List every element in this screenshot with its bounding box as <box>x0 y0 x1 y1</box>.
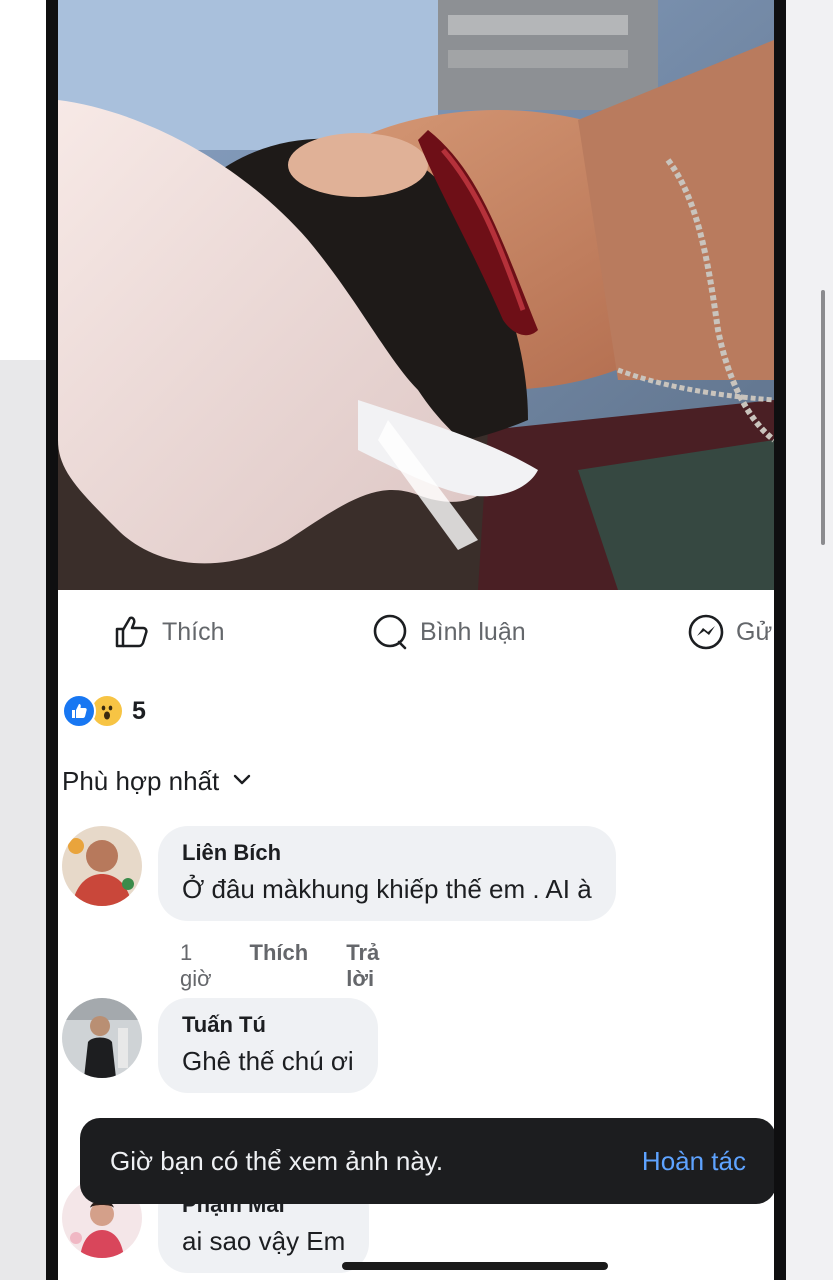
outer-scrollbar[interactable] <box>821 290 825 545</box>
send-action[interactable]: Gử <box>686 612 772 652</box>
like-action[interactable]: Thích <box>112 612 225 652</box>
comment-sort-dropdown[interactable]: Phù hợp nhất <box>62 766 253 797</box>
phone-frame: Thích Bình luận Gử 5 Phù hợp nhất Liên B… <box>46 0 786 1280</box>
chevron-down-icon <box>231 766 253 797</box>
comment-bubble-icon <box>370 612 410 652</box>
comment-meta: 1 giờ Thích Trả lời <box>180 940 379 992</box>
comment-label: Bình luận <box>420 617 526 646</box>
toast-snackbar: Giờ bạn có thể xem ảnh này. Hoàn tác <box>80 1118 774 1204</box>
reaction-count: 5 <box>132 696 146 725</box>
outer-background-left <box>0 0 48 360</box>
comment-text: Ghê thế chú ơi <box>182 1046 354 1076</box>
home-indicator[interactable] <box>342 1262 608 1270</box>
reactions-summary[interactable]: 5 <box>62 694 146 728</box>
post-action-bar: Thích Bình luận Gử <box>58 594 774 672</box>
avatar[interactable] <box>62 998 142 1078</box>
comment-author[interactable]: Liên Bích <box>182 840 592 866</box>
like-label: Thích <box>162 617 225 646</box>
comment-action[interactable]: Bình luận <box>370 612 526 652</box>
avatar[interactable] <box>62 826 142 906</box>
post-photo[interactable] <box>58 0 774 590</box>
thumbs-up-icon <box>112 612 152 652</box>
comment-bubble[interactable]: Tuấn Tú Ghê thế chú ơi <box>158 998 378 1093</box>
outer-background-right <box>784 0 833 1280</box>
comment-text: ai sao vậy Em <box>182 1226 346 1256</box>
comment-time: 1 giờ <box>180 940 212 991</box>
sort-label: Phù hợp nhất <box>62 766 220 796</box>
phone-screen: Thích Bình luận Gử 5 Phù hợp nhất Liên B… <box>58 0 774 1280</box>
comment-bubble[interactable]: Liên Bích Ở đâu màkhung khiếp thế em . A… <box>158 826 616 921</box>
comment-reply-link[interactable]: Trả lời <box>346 940 379 992</box>
comment-like-link[interactable]: Thích <box>250 940 309 992</box>
undo-button[interactable]: Hoàn tác <box>642 1146 746 1177</box>
toast-message: Giờ bạn có thể xem ảnh này. <box>110 1146 444 1176</box>
messenger-icon <box>686 612 726 652</box>
outer-background-left-lower <box>0 360 48 1280</box>
send-label: Gử <box>736 617 773 646</box>
comment-text: Ở đâu màkhung khiếp thế em . AI à <box>182 874 592 904</box>
comment-author[interactable]: Tuấn Tú <box>182 1012 354 1038</box>
like-icon <box>62 694 96 728</box>
